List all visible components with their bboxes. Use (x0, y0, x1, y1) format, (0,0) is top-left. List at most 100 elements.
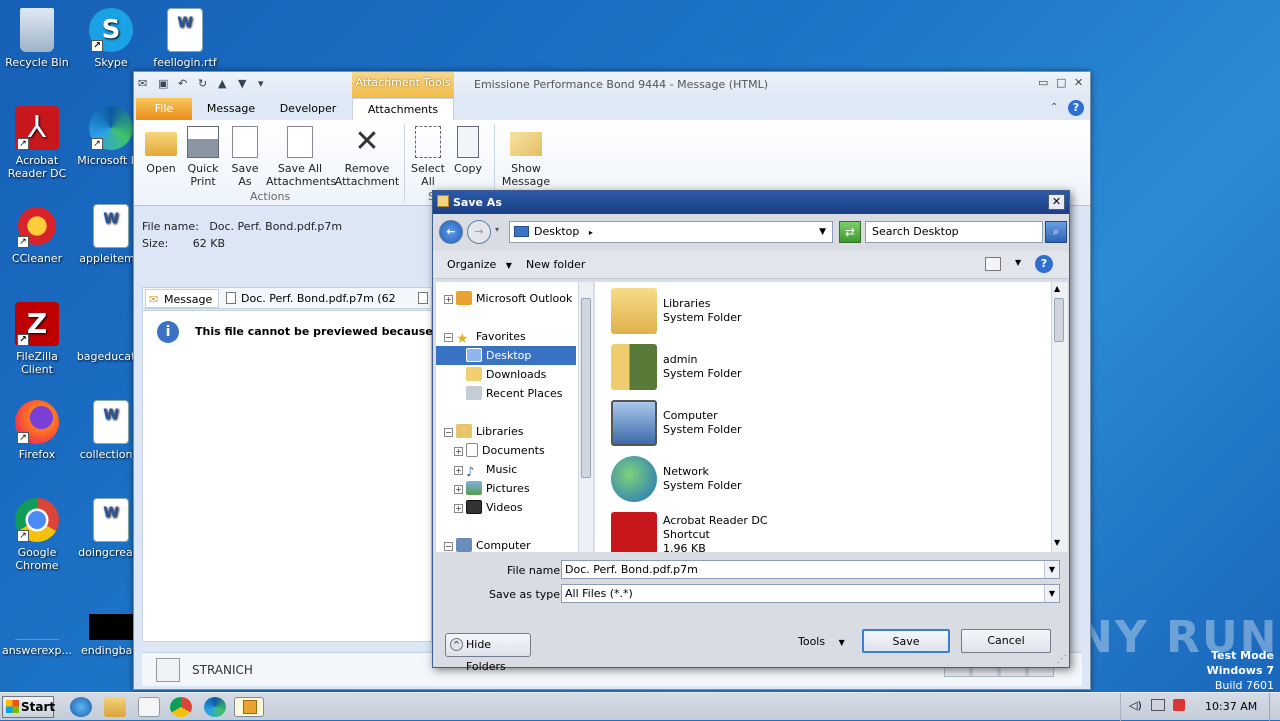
expand-icon[interactable]: + (454, 466, 463, 475)
nav-item-videos[interactable]: Videos (466, 498, 523, 517)
help-icon[interactable]: ? (1035, 255, 1053, 273)
start-button[interactable]: Start (2, 696, 55, 718)
more-attachments-tab[interactable] (417, 289, 431, 308)
redo-icon[interactable]: ↻ (198, 77, 212, 91)
chevron-down-icon[interactable]: ▼ (1044, 561, 1059, 578)
network-icon[interactable] (1151, 699, 1165, 711)
search-input[interactable]: Search Desktop (865, 221, 1043, 243)
edge-icon[interactable] (204, 697, 226, 717)
collapse-icon[interactable]: − (444, 542, 453, 551)
refresh-icon[interactable]: ⇄ (839, 221, 861, 243)
scroll-up-icon[interactable]: ▲ (1054, 284, 1060, 293)
collapse-icon[interactable]: − (444, 428, 453, 437)
collapse-ribbon-icon[interactable]: ⌃ (1050, 102, 1058, 113)
hide-folders-button[interactable]: ^ Hide Folders (445, 633, 531, 673)
remove-attachment-button[interactable]: ✕ Remove Attachment (334, 126, 400, 189)
desktop-icon-firefox[interactable]: ↗ Firefox (0, 400, 74, 461)
explorer-icon[interactable] (104, 697, 126, 717)
save-all-attachments-button[interactable]: Save All Attachments (266, 126, 336, 188)
nav-item-favorites[interactable]: ★ Favorites (456, 327, 526, 346)
expand-icon[interactable]: + (454, 504, 463, 513)
media-player-icon[interactable] (138, 697, 160, 717)
expand-icon[interactable]: + (454, 485, 463, 494)
file-list-scrollbar[interactable]: ▲ ▼ (1051, 282, 1066, 552)
cancel-button[interactable]: Cancel (961, 629, 1051, 653)
expand-icon[interactable]: + (444, 295, 453, 304)
recent-pages-dropdown-icon[interactable]: ▾ (495, 225, 499, 234)
collapse-icon[interactable]: − (444, 333, 453, 342)
tab-message[interactable]: Message (198, 98, 264, 120)
desktop-icon-feellogin[interactable]: W feellogin.rtf (148, 8, 222, 69)
file-name-input[interactable]: Doc. Perf. Bond.pdf.p7m ▼ (561, 560, 1060, 579)
desktop-icon-answerexp[interactable]: answerexp... (0, 614, 74, 657)
show-desktop-button[interactable] (1269, 693, 1279, 721)
tab-developer[interactable]: Developer (272, 98, 344, 120)
new-folder-button[interactable]: New folder (526, 258, 585, 271)
dialog-close-button[interactable]: ✕ (1048, 194, 1065, 210)
nav-item-outlook[interactable]: Microsoft Outlook (456, 289, 572, 308)
address-dropdown-icon[interactable]: ▼ (819, 222, 826, 242)
attachment-tab-file[interactable]: Doc. Perf. Bond.pdf.p7m (62 KB) (223, 289, 413, 324)
file-item[interactable]: Libraries System Folder (611, 288, 811, 340)
copy-button[interactable]: Copy (450, 126, 486, 175)
scroll-down-icon[interactable]: ▼ (1054, 538, 1060, 547)
clock[interactable]: 10:37 AM (1205, 700, 1257, 713)
view-dropdown-icon[interactable]: ▼ (1015, 258, 1021, 267)
action-center-icon[interactable] (1173, 699, 1185, 711)
tab-attachments[interactable]: Attachments (352, 98, 454, 120)
speaker-icon[interactable]: ◁) (1129, 699, 1142, 712)
nav-item-downloads[interactable]: Downloads (466, 365, 546, 384)
back-button[interactable]: ← (439, 220, 463, 244)
file-item[interactable]: admin System Folder (611, 344, 811, 396)
open-button[interactable]: Open (140, 126, 182, 175)
desktop-icon-chrome[interactable]: ↗ Google Chrome (0, 498, 74, 572)
desktop-icon-recycle-bin[interactable]: Recycle Bin (0, 8, 74, 69)
outlook-taskbar-icon[interactable] (234, 697, 264, 717)
chrome-icon[interactable] (170, 697, 192, 717)
nav-item-pictures[interactable]: Pictures (466, 479, 530, 498)
address-box[interactable]: Desktop ▸ ▼ (509, 221, 833, 243)
save-icon[interactable]: ▣ (158, 77, 172, 91)
nav-item-libraries[interactable]: Libraries (456, 422, 524, 441)
scroll-thumb[interactable] (581, 298, 591, 478)
view-icon[interactable] (985, 257, 1001, 271)
resize-grip-icon[interactable]: ⋰ (1057, 654, 1067, 665)
nav-item-computer[interactable]: Computer (456, 536, 531, 552)
chevron-down-icon[interactable]: ▼ (1044, 585, 1059, 602)
nav-item-desktop[interactable]: Desktop (436, 346, 576, 365)
internet-explorer-icon[interactable] (70, 697, 92, 717)
customize-qat-icon[interactable]: ▾ (258, 77, 272, 91)
search-icon[interactable]: ⌕ (1045, 221, 1067, 243)
tools-button[interactable]: Tools ▼ (798, 635, 845, 648)
file-item[interactable]: Acrobat Reader DC Shortcut 1.96 KB (611, 512, 811, 552)
file-item[interactable]: Network System Folder (611, 456, 811, 508)
file-item[interactable]: Computer System Folder (611, 400, 811, 452)
tab-file[interactable]: File (136, 98, 192, 120)
scroll-thumb[interactable] (1054, 298, 1064, 342)
undo-icon[interactable]: ↶ (178, 77, 192, 91)
minimize-icon[interactable]: ▭ (1038, 76, 1048, 89)
desktop-icon-acrobat[interactable]: ⅄ ↗ Acrobat Reader DC (0, 106, 74, 180)
nav-scrollbar[interactable] (578, 282, 593, 552)
close-icon[interactable]: ✕ (1074, 76, 1083, 89)
maximize-icon[interactable]: □ (1056, 76, 1066, 89)
nav-item-recent-places[interactable]: Recent Places (466, 384, 563, 403)
select-all-button[interactable]: Select All (410, 126, 446, 188)
forward-button[interactable]: → (467, 220, 491, 244)
desktop-icon-ccleaner[interactable]: ↗ CCleaner (0, 204, 74, 265)
save-type-select[interactable]: All Files (*.*) ▼ (561, 584, 1060, 603)
up-arrow-icon[interactable]: ▲ (218, 77, 232, 91)
save-button[interactable]: Save (862, 629, 950, 653)
nav-item-documents[interactable]: Documents (466, 441, 545, 460)
quick-print-button[interactable]: Quick Print (182, 126, 224, 188)
help-icon[interactable]: ? (1068, 100, 1084, 116)
down-arrow-icon[interactable]: ▼ (238, 77, 252, 91)
desktop-icon-skype[interactable]: S ↗ Skype (74, 8, 148, 69)
attachment-tab-message[interactable]: ✉ Message (145, 289, 219, 308)
expand-icon[interactable]: + (454, 447, 463, 456)
save-as-button[interactable]: Save As (226, 126, 264, 188)
show-message-button[interactable]: Show Message (500, 126, 552, 188)
desktop-icon-filezilla[interactable]: Z ↗ FileZilla Client (0, 302, 74, 376)
sender-name[interactable]: STRANICH (192, 663, 253, 677)
organize-button[interactable]: Organize ▼ (447, 258, 512, 271)
